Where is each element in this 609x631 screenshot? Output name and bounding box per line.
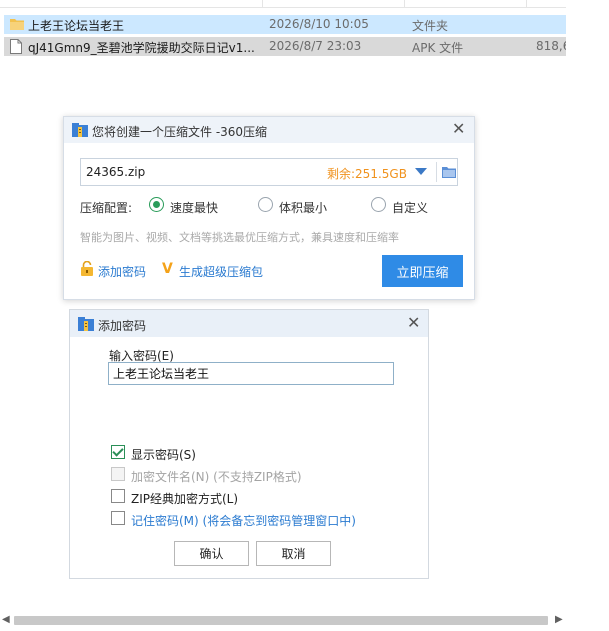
add-password-dialog: 添加密码 ✕ 输入密码(E) 显示密码(S) 加密文件名(N) (不支持ZIP格… [69, 309, 429, 579]
zip-classic-encryption-checkbox[interactable] [111, 489, 125, 503]
file-type: 文件夹 [412, 19, 449, 33]
radio-fastest[interactable] [149, 197, 164, 212]
dialog-title-bar[interactable]: 您将创建一个压缩文件 -360压缩 ✕ [64, 117, 474, 143]
encrypt-filename-label: 加密文件名(N) (不支持ZIP格式) [131, 470, 302, 484]
ok-button[interactable]: 确认 [174, 541, 249, 566]
archive-path-field[interactable]: 24365.zip 剩余:251.5GB [80, 158, 458, 186]
radio-custom[interactable] [371, 197, 386, 212]
horizontal-scrollbar[interactable]: ◀ ▶ [0, 612, 566, 629]
file-name: qJ41Gmn9_圣碧池学院援助交际日记v1... [28, 41, 255, 55]
file-icon [10, 39, 22, 54]
vertical-scrollbar[interactable] [566, 0, 583, 612]
dialog-title: 添加密码 [98, 319, 147, 333]
column-separator[interactable] [526, 0, 527, 8]
lock-icon[interactable] [80, 261, 94, 276]
file-name: 上老王论坛当老王 [28, 19, 125, 33]
remember-password-label[interactable]: 记住密码(M) (将会备忘到密码管理窗口中) [131, 512, 356, 529]
divider [436, 162, 437, 182]
radio-label-smallest[interactable]: 体积最小 [279, 199, 327, 216]
archive-app-icon [72, 123, 88, 137]
archive-filename[interactable]: 24365.zip [86, 165, 145, 179]
column-separator[interactable] [262, 0, 263, 8]
radio-label-custom[interactable]: 自定义 [392, 199, 428, 216]
close-icon[interactable]: ✕ [452, 121, 465, 137]
dialog-title-bar[interactable]: 添加密码 ✕ [70, 310, 428, 337]
file-date: 2026/8/7 23:03 [269, 39, 362, 53]
file-type: APK 文件 [412, 41, 464, 55]
scroll-left-icon[interactable]: ◀ [2, 614, 10, 625]
compress-dialog: 您将创建一个压缩文件 -360压缩 ✕ 24365.zip 剩余:251.5GB… [63, 116, 475, 300]
add-password-link[interactable]: 添加密码 [98, 263, 146, 280]
password-input[interactable] [108, 362, 394, 385]
column-separator[interactable] [404, 0, 405, 8]
folder-icon [10, 19, 24, 30]
super-pack-v-icon[interactable]: V [162, 261, 173, 277]
close-icon[interactable]: ✕ [407, 315, 420, 331]
dialog-title: 您将创建一个压缩文件 -360压缩 [92, 125, 268, 139]
radio-smallest[interactable] [258, 197, 273, 212]
super-pack-link[interactable]: 生成超级压缩包 [179, 263, 263, 280]
compress-config-label: 压缩配置: [80, 201, 133, 215]
file-row-apk[interactable]: qJ41Gmn9_圣碧池学院援助交际日记v1... 2026/8/7 23:03… [4, 37, 570, 56]
archive-app-icon [78, 317, 94, 331]
file-row-folder[interactable]: 上老王论坛当老王 2026/8/10 10:05 文件夹 [4, 15, 566, 34]
compress-hint: 智能为图片、视频、文档等挑选最优压缩方式，兼具速度和压缩率 [80, 231, 399, 244]
chevron-down-icon[interactable] [415, 168, 427, 175]
cancel-button[interactable]: 取消 [256, 541, 331, 566]
browse-folder-icon[interactable] [442, 166, 456, 178]
radio-label-fastest[interactable]: 速度最快 [170, 199, 218, 216]
compress-now-button[interactable]: 立即压缩 [382, 255, 463, 287]
free-space-label: 剩余:251.5GB [327, 167, 407, 181]
zip-classic-encryption-label[interactable]: ZIP经典加密方式(L) [131, 490, 238, 507]
show-password-checkbox[interactable] [111, 445, 125, 459]
column-header-strip [0, 0, 566, 8]
scroll-right-icon[interactable]: ▶ [555, 614, 563, 625]
remember-password-checkbox[interactable] [111, 511, 125, 525]
scrollbar-thumb[interactable] [14, 616, 548, 625]
encrypt-filename-checkbox [111, 467, 125, 481]
show-password-label[interactable]: 显示密码(S) [131, 446, 196, 463]
file-date: 2026/8/10 10:05 [269, 17, 369, 31]
